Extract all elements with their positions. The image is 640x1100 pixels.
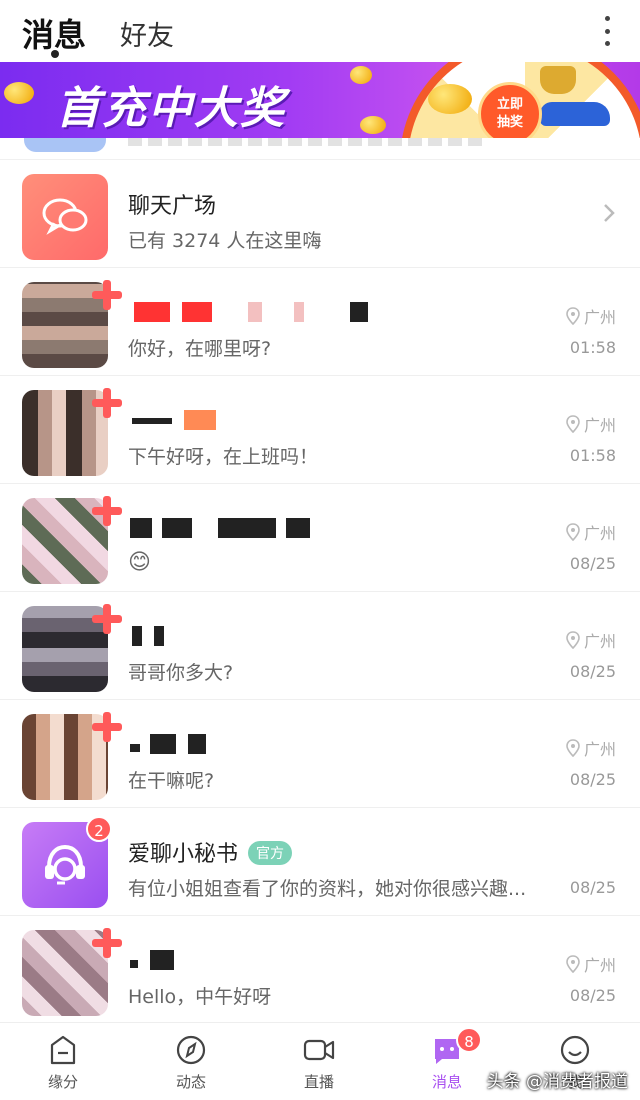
top-bar: 消息 好友 [0,0,640,62]
list-item[interactable]: 你好，在哪里呀? 广州 01:58 [0,268,640,376]
new-user-badge-icon [92,388,122,418]
redacted-name [128,410,358,430]
message-preview: 在干嘛呢? [128,770,215,792]
more-options-icon[interactable] [602,16,612,46]
draw-lottery-button[interactable]: 立即 抽奖 [478,82,542,138]
location-label: 广州 [566,736,616,760]
unread-count-badge: 2 [86,816,112,842]
location-pin-icon [566,523,580,541]
redacted-name [128,626,358,646]
new-user-badge-icon [92,928,122,958]
location-pin-icon [566,631,580,649]
message-preview: 下午好呀，在上班吗！ [128,446,319,468]
redacted-name [128,734,358,754]
location-text: 广州 [583,524,616,543]
message-preview: 哥哥你多大? [128,662,234,684]
nav-label: 缘分 [47,1073,78,1091]
coin-icon [360,116,386,134]
nav-label: 消息 [431,1073,462,1091]
nav-label: 动态 [175,1073,206,1091]
redacted-text [128,138,488,146]
chat-square-item[interactable]: 聊天广场 已有 3274 人在这里嗨 [0,160,640,268]
nav-live[interactable]: 直播 [274,1033,364,1092]
new-user-badge-icon [92,712,122,742]
list-item-partial [0,138,640,160]
location-label: 广州 [566,304,616,328]
list-item[interactable]: 哥哥你多大? 广州 08/25 [0,592,640,700]
message-time: 08/25 [569,554,616,573]
location-text: 广州 [583,416,616,435]
unread-count-badge: 8 [456,1027,482,1053]
location-pin-icon [566,415,580,433]
message-time: 08/25 [569,878,616,897]
redacted-name [128,950,358,970]
location-label: 广州 [566,520,616,544]
gold-coins-icon [428,84,472,114]
secretary-name: 爱聊小秘书 [128,842,239,867]
location-label: 广州 [566,628,616,652]
new-user-badge-icon [92,604,122,634]
location-text: 广州 [583,308,616,327]
nav-fate[interactable]: 缘分 [18,1033,108,1092]
nav-label: 直播 [303,1073,334,1091]
location-label: 广州 [566,952,616,976]
bottom-navigation: 缘分 动态 直播 8 消息 我 头条 @消费者报道 [0,1022,640,1100]
banner-title: 首充中大奖 [56,83,286,134]
compass-icon [176,1035,206,1065]
list-item[interactable]: Hello，中午好呀 广州 08/25 [0,916,640,1024]
location-pin-icon [566,739,580,757]
smile-icon [560,1035,590,1065]
list-item[interactable]: 在干嘛呢? 广州 08/25 [0,700,640,808]
new-user-badge-icon [92,280,122,310]
message-time: 08/25 [569,986,616,1005]
location-pin-icon [566,955,580,973]
car-icon [540,102,610,126]
redacted-name [128,302,368,322]
message-preview: 有位小姐姐查看了你的资料，她对你很感兴趣... [128,878,527,900]
location-label: 广州 [566,412,616,436]
new-user-badge-icon [92,496,122,526]
message-preview: 你好，在哪里呀? [128,338,272,360]
headset-icon [45,844,85,885]
redacted-name [128,518,358,538]
promo-banner[interactable]: 首充中大奖 立即 抽奖 [0,62,640,138]
chat-bubbles-icon [42,198,88,235]
secretary-item[interactable]: 2 爱聊小秘书 官方 有位小姐姐查看了你的资料，她对你很感兴趣... 08/25 [0,808,640,916]
message-time: 01:58 [569,338,616,357]
tab-friends[interactable]: 好友 [120,14,174,53]
location-text: 广州 [583,740,616,759]
avatar [22,174,108,260]
location-text: 广州 [583,956,616,975]
nav-messages[interactable]: 8 消息 [402,1027,492,1092]
list-item[interactable]: 下午好呀，在上班吗！ 广州 01:58 [0,376,640,484]
message-time: 08/25 [569,662,616,681]
watermark: 头条 @消费者报道 [486,1072,628,1092]
message-preview: Hello，中午好呀 [128,986,272,1008]
badge-icon [540,66,576,94]
video-icon [303,1039,335,1061]
message-preview: 😊 [128,550,151,575]
fate-icon [50,1035,76,1065]
list-item-title: 爱聊小秘书 官方 [128,836,293,868]
avatar [24,138,106,152]
list-item-title: 聊天广场 [128,194,217,219]
nav-moments[interactable]: 动态 [146,1033,236,1092]
list-item-subtitle: 已有 3274 人在这里嗨 [128,230,322,252]
coin-icon [4,82,34,104]
message-time: 01:58 [569,446,616,465]
chevron-right-icon [604,204,615,222]
location-pin-icon [566,307,580,325]
list-item[interactable]: 😊 广州 08/25 [0,484,640,592]
active-tab-indicator [51,50,59,58]
coin-icon [350,66,372,84]
official-tag: 官方 [248,841,293,865]
location-text: 广州 [583,632,616,651]
message-time: 08/25 [569,770,616,789]
